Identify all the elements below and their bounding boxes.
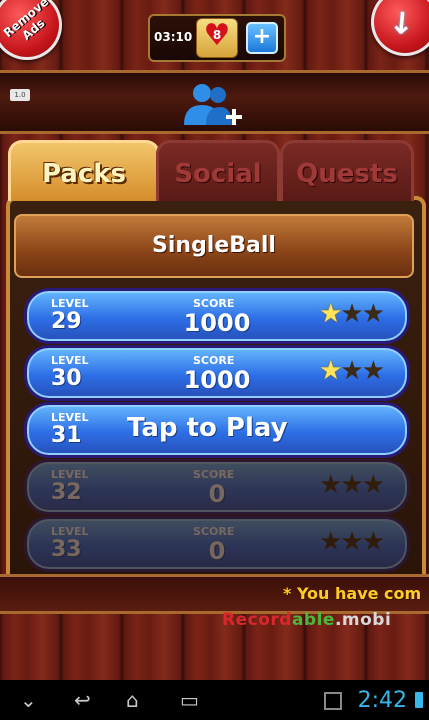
nav-back-icon[interactable]: ↩	[74, 688, 91, 712]
star-filled-icon: ★	[319, 299, 342, 329]
battery-icon	[415, 692, 423, 708]
lives-counter: ♥ 8	[196, 18, 238, 58]
star-empty-icon: ★	[340, 527, 363, 557]
tab-social[interactable]: Social	[156, 140, 280, 201]
nav-recent-apps-icon[interactable]: ▭	[180, 688, 199, 712]
watermark: Recordable.mobi	[222, 610, 391, 630]
score-value: 0	[208, 480, 226, 508]
star-empty-icon: ★	[361, 299, 385, 329]
status-clock: 2:42	[357, 688, 407, 713]
watermark-part-3: .mobi	[334, 610, 392, 630]
system-nav-bar: ⌄ ↩ ⌂ ▭ 2:42	[0, 680, 429, 720]
level-number: 29	[51, 309, 82, 334]
level-row-32: LEVEL 32 SCORE 0 ★★★	[24, 459, 410, 515]
star-rating: ★★★	[319, 527, 385, 557]
top-shelf: 1.0	[0, 70, 429, 134]
star-filled-icon: ★	[319, 356, 342, 386]
score-value: 1000	[183, 309, 251, 337]
star-rating: ★★★	[319, 299, 385, 329]
nav-home-icon[interactable]: ⌂	[126, 688, 139, 712]
watermark-part-2: able	[291, 610, 335, 630]
life-timer: 03:10	[154, 30, 193, 44]
score-value: 1000	[183, 366, 251, 394]
watermark-part-1: Record	[222, 610, 292, 630]
level-row-30[interactable]: LEVEL 30 SCORE 1000 ★★★	[24, 345, 410, 401]
pack-title: SingleBall	[14, 214, 414, 278]
star-rating: ★★★	[319, 356, 385, 386]
remove-ads-label: Remove Ads	[0, 0, 52, 43]
tab-packs[interactable]: Packs	[8, 140, 160, 201]
star-empty-icon: ★	[319, 527, 342, 557]
add-lives-button[interactable]: +	[246, 22, 278, 54]
lives-panel: 03:10 ♥ 8 +	[148, 14, 286, 62]
score-value: 0	[208, 537, 226, 565]
add-friends-icon[interactable]	[180, 79, 250, 129]
level-number: 30	[51, 366, 82, 391]
screenshot-icon	[324, 692, 342, 710]
tab-quests[interactable]: Quests	[280, 140, 414, 201]
level-number: 31	[51, 423, 82, 448]
level-number: 32	[51, 480, 82, 505]
marquee-message: * You have com	[283, 584, 422, 603]
back-arrow-icon: ↙	[381, 1, 424, 45]
star-empty-icon: ★	[340, 470, 363, 500]
level-row-31[interactable]: LEVEL 31 Tap to Play	[24, 402, 410, 458]
level-number: 33	[51, 537, 82, 562]
star-empty-icon: ★	[361, 527, 385, 557]
nav-hide-keyboard-icon[interactable]: ⌄	[20, 688, 37, 712]
level-row-29[interactable]: LEVEL 29 SCORE 1000 ★★★	[24, 288, 410, 344]
star-empty-icon: ★	[361, 356, 385, 386]
star-empty-icon: ★	[319, 470, 342, 500]
star-empty-icon: ★	[340, 356, 363, 386]
star-rating: ★★★	[319, 470, 385, 500]
tap-to-play-label: Tap to Play	[127, 413, 288, 443]
level-row-33: LEVEL 33 SCORE 0 ★★★	[24, 516, 410, 572]
version-badge: 1.0	[10, 89, 30, 101]
lives-count: 8	[212, 28, 222, 42]
bottom-shelf: * You have com	[0, 574, 429, 614]
star-empty-icon: ★	[361, 470, 385, 500]
tab-packs-label: Packs	[41, 159, 127, 189]
star-empty-icon: ★	[340, 299, 363, 329]
